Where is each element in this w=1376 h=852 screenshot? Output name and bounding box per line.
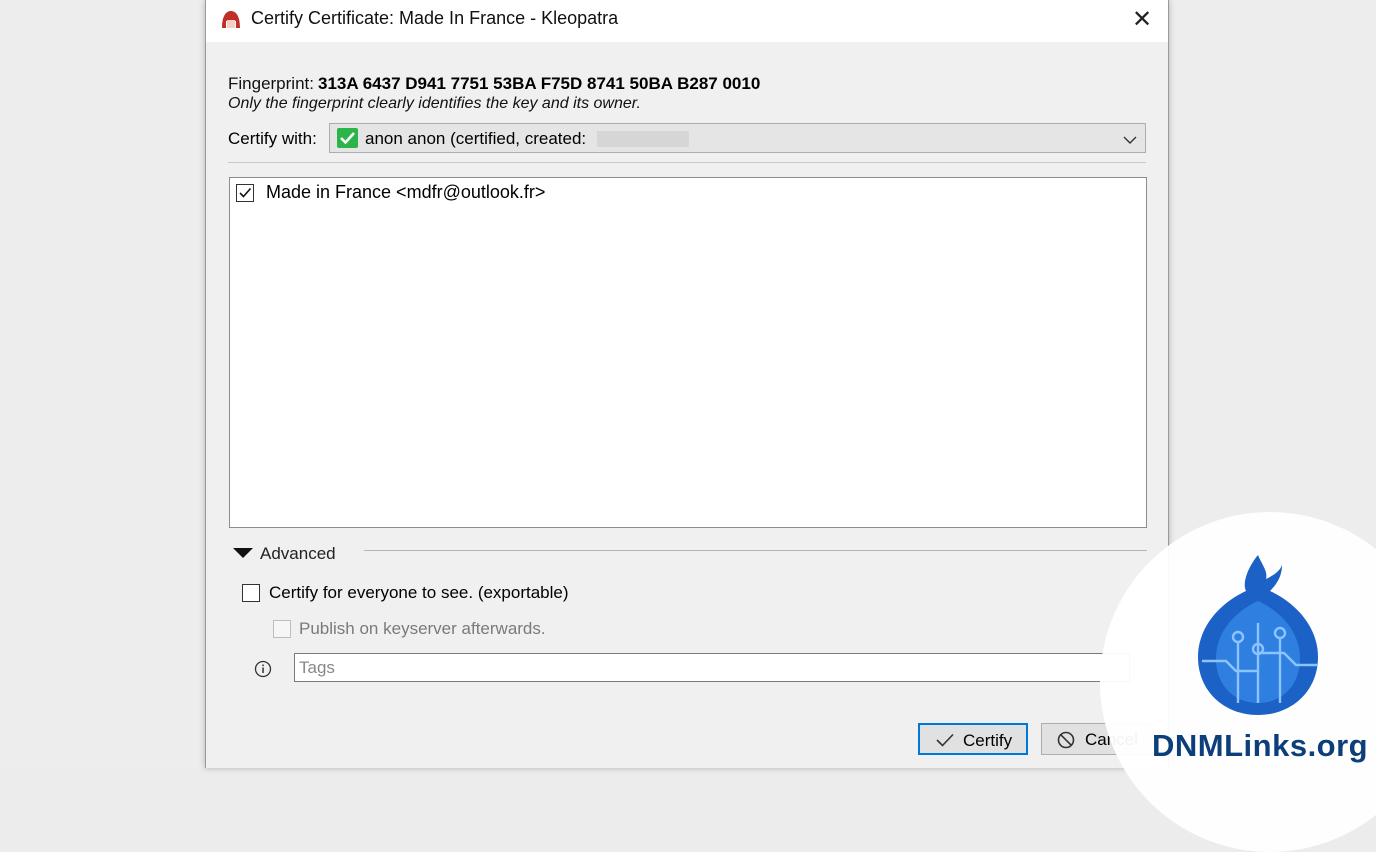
user-id-list[interactable]: Made in France <mdfr@outlook.fr> xyxy=(229,177,1147,528)
kleopatra-app-icon xyxy=(219,8,243,32)
advanced-divider xyxy=(364,550,1147,551)
fingerprint-label: Fingerprint: xyxy=(228,74,314,93)
info-icon[interactable] xyxy=(254,660,272,678)
advanced-label[interactable]: Advanced xyxy=(260,544,336,564)
certify-with-selected: anon anon (certified, created: xyxy=(365,129,587,148)
chevron-down-icon[interactable] xyxy=(1123,132,1137,150)
certify-button-label: Certify xyxy=(963,731,1013,750)
watermark-text: DNMLinks.org xyxy=(1152,728,1369,763)
redacted-date xyxy=(597,131,689,147)
separator xyxy=(228,162,1146,163)
window-title: Certify Certificate: Made In France - Kl… xyxy=(251,8,619,28)
checkmark-icon xyxy=(239,187,252,198)
certify-with-label: Certify with: xyxy=(228,129,317,148)
publish-label: Publish on keyserver afterwards. xyxy=(299,619,546,638)
exportable-checkbox[interactable] xyxy=(242,584,260,602)
exportable-label[interactable]: Certify for everyone to see. (exportable… xyxy=(269,583,569,603)
fingerprint-note: Only the fingerprint clearly identifies … xyxy=(228,95,641,112)
certify-dialog: Certify Certificate: Made In France - Kl… xyxy=(205,0,1169,768)
background-left xyxy=(0,0,205,768)
user-id-label: Made in France <mdfr@outlook.fr> xyxy=(266,182,546,202)
cancel-icon xyxy=(1057,731,1075,754)
title-bar: Certify Certificate: Made In France - Kl… xyxy=(206,0,1168,42)
expand-triangle-icon[interactable] xyxy=(233,547,253,565)
onion-logo-icon xyxy=(1198,555,1318,715)
certify-with-combobox[interactable]: anon anon (certified, created: xyxy=(329,123,1146,153)
tags-input[interactable] xyxy=(294,653,1130,682)
fingerprint-row: Fingerprint: 313A 6437 D941 7751 53BA F75… xyxy=(228,74,760,94)
certified-check-icon xyxy=(337,128,358,148)
advanced-section-header[interactable]: Advanced xyxy=(233,543,1148,565)
close-icon[interactable]: ✕ xyxy=(1128,7,1156,33)
check-icon xyxy=(935,732,955,753)
certify-button[interactable]: Certify xyxy=(918,723,1028,755)
fingerprint-value: 313A 6437 D941 7751 53BA F75D 8741 50BA … xyxy=(317,74,761,93)
user-id-checkbox[interactable] xyxy=(236,184,254,202)
publish-checkbox xyxy=(273,620,291,638)
